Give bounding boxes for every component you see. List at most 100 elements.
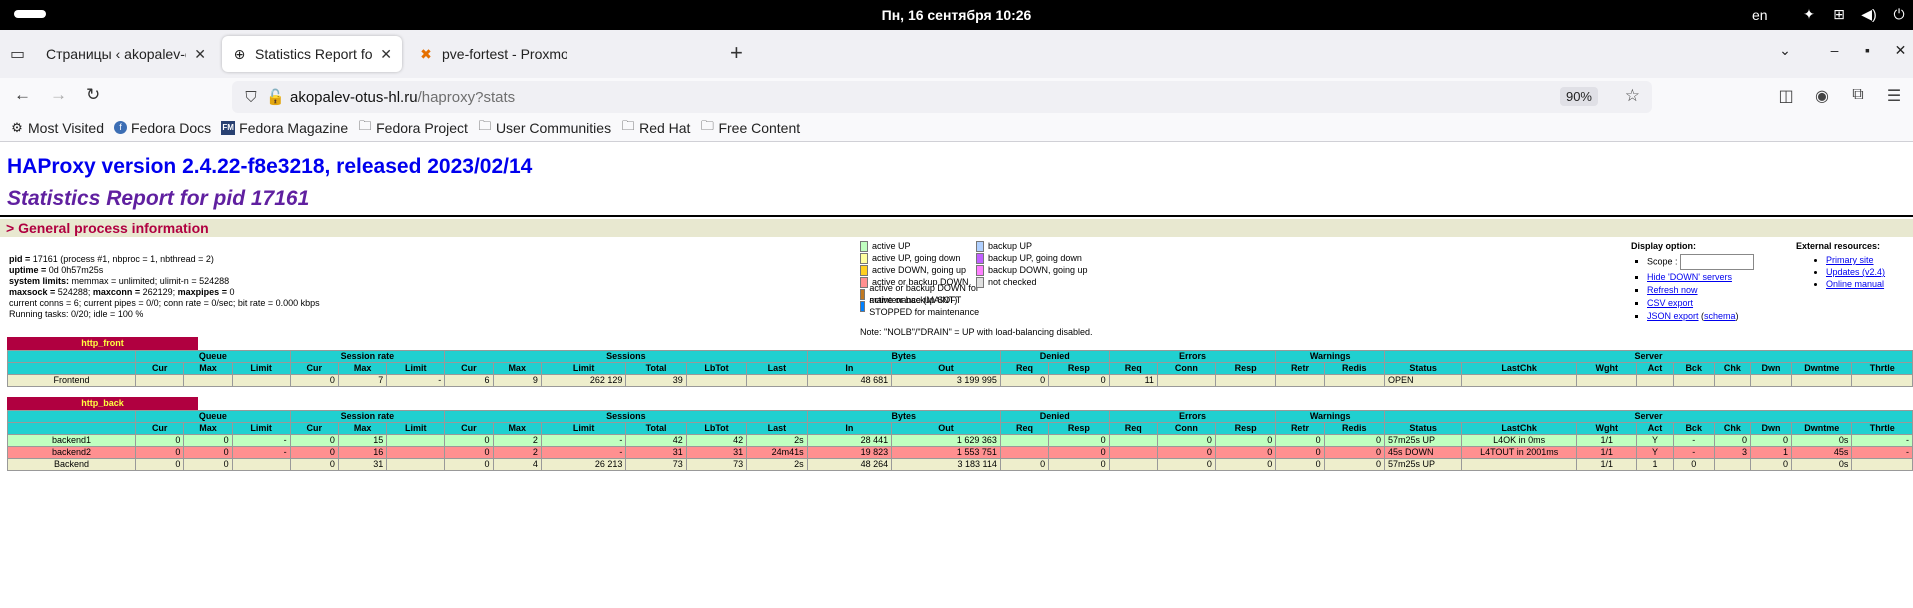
back-icon[interactable]: ← [14, 85, 31, 105]
table-cell [1851, 374, 1913, 387]
table-cell: 1/1 [1576, 458, 1638, 471]
system-tray[interactable]: ✦ ⊞ ◀) ⏻ [1800, 6, 1908, 23]
legend-item: active UP, going down [860, 252, 980, 264]
table-cell [1576, 374, 1638, 387]
table-cell: 42 [685, 434, 748, 447]
bookmark-star-icon[interactable]: ☆ [1625, 86, 1640, 106]
table-cell: - [1672, 446, 1715, 459]
close-tab-icon[interactable]: ✕ [380, 46, 392, 63]
legend-label: backup UP, going down [988, 253, 1082, 263]
firefox-view-icon[interactable]: ▭ [10, 44, 25, 64]
refresh-link[interactable]: Refresh now [1647, 285, 1698, 295]
table-cell [386, 458, 446, 471]
maxpipes-value: 0 [229, 287, 235, 297]
bookmark-label: Fedora Docs [131, 119, 212, 136]
group-header: Errors [1108, 350, 1277, 363]
new-tab-icon[interactable]: + [730, 40, 743, 66]
table-cell [231, 374, 291, 387]
bookmark-most-visited[interactable]: ⚙ Most Visited [10, 120, 104, 136]
proxy-name[interactable]: http_back [7, 397, 198, 410]
table-cell: 6 [444, 374, 494, 387]
column-header: Wght [1576, 362, 1638, 375]
menu-icon[interactable]: ☰ [1883, 86, 1905, 106]
csv-export-link[interactable]: CSV export [1647, 298, 1693, 308]
group-header: Server [1384, 350, 1913, 363]
column-header: Bck [1672, 362, 1715, 375]
table-cell: 0 [1156, 458, 1216, 471]
tab-proxmox[interactable]: ✖ pve-fortest - Proxmox Vir [408, 36, 588, 72]
table-cell: 3 [1713, 446, 1751, 459]
table-cell: 3 183 114 [891, 458, 1001, 471]
shield-icon[interactable]: ⛉ [242, 89, 260, 106]
forward-icon[interactable]: → [50, 85, 67, 105]
legend-swatch [976, 264, 984, 276]
system-limits-label: system limits: [9, 276, 70, 286]
table-cell: 0 [444, 434, 494, 447]
maximize-icon[interactable]: ▪ [1851, 42, 1884, 59]
close-tab-icon[interactable]: ✕ [194, 46, 206, 63]
bookmark-fedora-docs[interactable]: f Fedora Docs [114, 120, 211, 136]
bookmark-fedora-magazine[interactable]: FM Fedora Magazine [221, 120, 348, 136]
legend-label: active UP [872, 241, 911, 251]
tab-list-chevron-icon[interactable]: ⌄ [1752, 42, 1818, 59]
row-name[interactable]: Backend [6, 458, 137, 471]
group-header: Sessions [444, 410, 808, 423]
row-name[interactable]: Frontend [6, 374, 137, 387]
table-cell: 26 213 [540, 458, 627, 471]
uptime-label: uptime = [9, 265, 49, 275]
proxy-name[interactable]: http_front [7, 337, 198, 350]
table-cell: 0 [183, 458, 233, 471]
legend-column-backup: backup UP backup UP, going down backup DOW… [976, 240, 1096, 288]
tab-haproxy-stats[interactable]: ⊕ Statistics Report for HAPr ✕ [222, 36, 402, 72]
minimize-icon[interactable]: – [1818, 42, 1851, 59]
bookmark-user-communities[interactable]: 🗀 User Communities [478, 117, 611, 139]
reload-icon[interactable]: ↻ [86, 85, 100, 105]
pid-label: pid = [9, 254, 33, 264]
extensions-icon[interactable]: ⧉ [1847, 86, 1869, 106]
zoom-level[interactable]: 90% [1559, 87, 1598, 106]
column-header: Last [746, 422, 808, 435]
table-cell: - [386, 374, 446, 387]
online-manual-link[interactable]: Online manual [1826, 279, 1884, 289]
bookmark-red-hat[interactable]: 🗀 Red Hat [621, 117, 691, 139]
tab-wordpress-pages[interactable]: Страницы ‹ akopalev-otus-hl ✕ [36, 36, 216, 72]
column-header: Retr [1275, 422, 1325, 435]
table-cell [1791, 374, 1853, 387]
column-header-row: Cur Max Limit Cur Max Limit Cur Max Limit Total Lb… [6, 422, 1913, 435]
column-header: Max [183, 422, 233, 435]
table-cell: 7 [337, 374, 388, 387]
json-export-link[interactable]: JSON export [1647, 311, 1699, 321]
url-bar[interactable]: ⛉ 🔓 akopalev-otus-hl.ru/haproxy?stats 90… [232, 81, 1652, 113]
account-icon[interactable]: ◉ [1811, 86, 1833, 106]
updates-link[interactable]: Updates (v2.4) [1826, 267, 1885, 277]
bookmark-fedora-project[interactable]: 🗀 Fedora Project [358, 117, 468, 139]
group-header [6, 350, 137, 363]
close-window-icon[interactable]: ✕ [1884, 42, 1913, 59]
table-cell: 0 [1156, 446, 1216, 459]
hide-down-link[interactable]: Hide 'DOWN' servers [1647, 272, 1732, 282]
legend-label: active or backup SOFT STOPPED for mainte… [869, 295, 980, 317]
scope-input[interactable] [1680, 254, 1755, 270]
legend-item: active DOWN, going up [860, 264, 980, 276]
volume-icon[interactable]: ◀) [1860, 6, 1878, 23]
pid-value: 17161 (process #1, nbproc = 1, nbthread … [32, 254, 214, 264]
legend-swatch [860, 288, 866, 300]
row-name[interactable]: backend1 [6, 434, 137, 447]
group-header: Warnings [1275, 350, 1386, 363]
json-schema-link[interactable]: schema [1704, 311, 1736, 321]
pocket-icon[interactable]: ◫ [1775, 86, 1797, 106]
display-options: Display option: Scope : Hide 'DOWN' serv… [1631, 240, 1755, 323]
row-name[interactable]: backend2 [6, 446, 137, 459]
table-cell: - [1672, 434, 1715, 447]
primary-site-link[interactable]: Primary site [1826, 255, 1874, 265]
network-icon[interactable]: ⊞ [1830, 6, 1848, 23]
bookmark-free-content[interactable]: 🗀 Free Content [700, 117, 800, 139]
table-cell: 57m25s UP [1384, 434, 1463, 447]
keyboard-layout-indicator[interactable]: en [1752, 7, 1768, 23]
clock[interactable]: Пн, 16 сентября 10:26 [0, 7, 1913, 23]
navigation-bar: ← → ↻ ⛉ 🔓 akopalev-otus-hl.ru/haproxy?st… [0, 78, 1913, 114]
accessibility-icon[interactable]: ✦ [1800, 6, 1818, 23]
insecure-lock-icon[interactable]: 🔓 [266, 88, 285, 106]
scope-item: Scope : [1647, 254, 1755, 270]
power-icon[interactable]: ⏻ [1890, 6, 1908, 23]
